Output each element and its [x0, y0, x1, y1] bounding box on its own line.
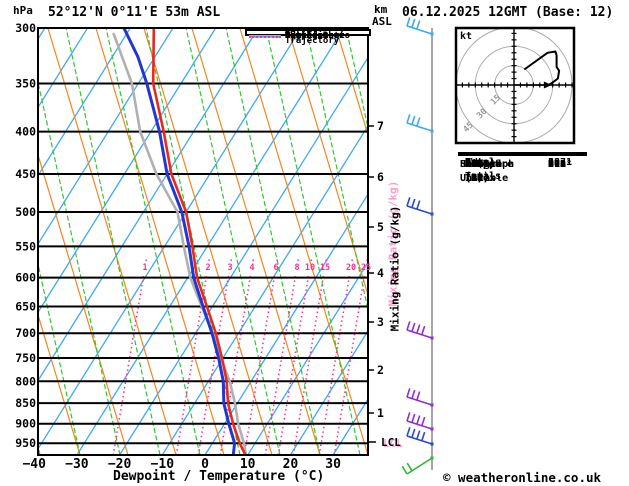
table-row-value: 27 [548, 159, 561, 170]
mixing-ratio-value: 4 [249, 263, 254, 273]
mixing-ratio-value: 20 [346, 263, 356, 273]
legend-line-sample [249, 35, 281, 38]
mixing-ratio-line [325, 256, 328, 262]
sounding-curves [112, 28, 248, 455]
wet-adiabat-line [105, 28, 201, 455]
mixing-ratio-line [264, 272, 297, 455]
mixing-ratio-value: 8 [294, 263, 299, 273]
mixing-ratio-value: 10 [305, 263, 315, 273]
pressure-tick-label: 700 [15, 326, 36, 340]
pressure-tick-label: 650 [15, 300, 36, 314]
dry-adiabat-line [47, 28, 177, 455]
mixing-ratio-axis-label: Mixing Ratio (g/kg) [388, 205, 402, 332]
hodograph: 153045 [454, 26, 576, 145]
run-datetime: 06.12.2025 12GMT (Base: 12) [402, 5, 614, 20]
km-tick-label: 7 [377, 119, 384, 133]
pressure-tick-label: 750 [15, 351, 36, 365]
mixing-ratio-line [230, 256, 233, 262]
mixing-ratio-line [252, 256, 255, 262]
copyright-footer: © weatheronline.co.uk [443, 470, 602, 485]
pressure-tick-label: 350 [15, 77, 36, 91]
x-tick-label: −30 [65, 457, 89, 472]
dry-adiabat-line [191, 28, 321, 455]
km-tick-label: 6 [377, 170, 384, 184]
indices-table: K 26 Totals Totals 53 PW (cm) 1.71 Surface Temp… [458, 152, 587, 184]
wet-adiabat-line [65, 28, 161, 455]
mixing-ratio-labels: 1 2 3 4 6 8 10 15 20 25 [142, 263, 371, 273]
pressure-tick-label: 300 [15, 21, 36, 35]
pressure-tick-label: 450 [15, 167, 36, 181]
mixing-ratio-value: 15 [320, 263, 330, 273]
mixing-ratio-line [351, 256, 354, 262]
wind-barb [406, 427, 434, 446]
isotherm-line [38, 28, 302, 451]
table-row-label: StmSpd (kt) [465, 159, 502, 184]
pressure-tick-label: 600 [15, 271, 36, 285]
mixing-ratio-value: 25 [361, 263, 371, 273]
pressure-tick-label: 500 [15, 205, 36, 219]
mixing-ratio-line [276, 256, 279, 262]
altitude-axis-unit-asl: ASL [372, 15, 392, 28]
wind-barb [406, 412, 434, 431]
legend-item: Mixing Ratio [249, 32, 350, 41]
mixing-ratio-value: 1 [142, 263, 147, 273]
wind-barb [406, 321, 434, 340]
wet-adiabat-line [225, 28, 321, 455]
legend: Temperature Dewpoint Parcel Trajectory Dry … [245, 27, 371, 45]
mixing-ratio-value: 3 [227, 263, 232, 273]
pressure-tick-label: 900 [15, 417, 36, 431]
wind-barb-column [401, 17, 434, 475]
km-tick-label: 2 [377, 363, 384, 377]
mixing-ratio-line [208, 256, 211, 262]
x-tick-label: 30 [325, 457, 341, 472]
mixing-ratio-line [318, 272, 351, 455]
mixing-ratio-line [310, 256, 313, 262]
km-tick-label: 3 [377, 315, 384, 329]
wind-barb [406, 197, 434, 216]
pressure-tick-label: 800 [15, 374, 36, 388]
wind-barb [406, 17, 434, 36]
pressure-tick-label: 950 [15, 436, 36, 450]
pressure-tick-label: 550 [15, 239, 36, 253]
mixing-ratio-line [145, 256, 148, 262]
km-tick-label: 4 [377, 266, 384, 280]
km-tick-label: 1 [377, 406, 384, 420]
station-title: 52°12'N 0°11'E 53m ASL [48, 5, 221, 20]
pressure-axis-labels: 300 350 400 450 500 550 600 650 700 750 800 850 900 9… [15, 21, 36, 450]
km-tick-label: 5 [377, 220, 384, 234]
legend-item-label: Mixing Ratio [285, 31, 351, 41]
pressure-tick-label: 850 [15, 396, 36, 410]
mixing-ratio-line [292, 272, 325, 455]
km-axis: 7 6 5 4 3 2 1 [368, 119, 384, 443]
skewt-sounding-page: 1 2 3 4 6 8 10 15 20 25 300 350 400 450 500 550 600 650 70… [0, 0, 629, 486]
hodograph-unit-label: kt [460, 31, 473, 42]
isotherm-line [0, 28, 2, 455]
skewt-plot: 1 2 3 4 6 8 10 15 20 2530035040045050055060065070… [0, 17, 576, 475]
mixing-ratio-value: 6 [273, 263, 278, 273]
x-tick-label: −40 [22, 457, 46, 472]
lcl-label: LCL [381, 436, 401, 449]
mixing-ratio-value: 2 [205, 263, 210, 273]
wind-barb [401, 456, 434, 475]
mixing-ratio-line [297, 256, 300, 262]
pressure-tick-label: 400 [15, 125, 36, 139]
x-axis-title: Dewpoint / Temperature (°C) [113, 469, 325, 484]
pressure-axis-unit: hPa [13, 4, 33, 17]
wind-barb [406, 114, 434, 133]
wind-barb [406, 388, 434, 407]
pressure-grid [38, 27, 368, 445]
